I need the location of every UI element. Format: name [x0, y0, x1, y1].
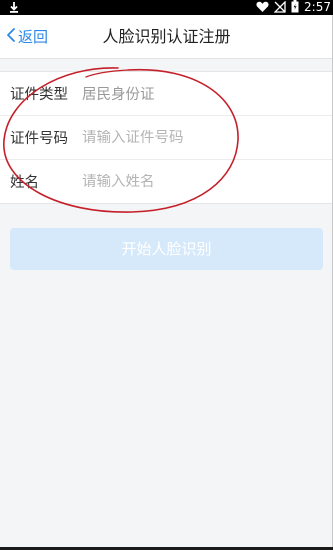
status-icons: 2:57 — [256, 0, 331, 15]
id-type-row[interactable]: 证件类型 居民身份证 — [0, 72, 333, 116]
id-number-row: 证件号码 — [0, 116, 333, 160]
nav-bar: 返回 人脸识别认证注册 — [0, 15, 333, 59]
name-row: 姓名 — [0, 160, 333, 203]
page-title: 人脸识别认证注册 — [102, 27, 231, 46]
id-type-select[interactable]: 居民身份证 — [80, 83, 155, 104]
id-number-label: 证件号码 — [10, 131, 68, 147]
status-time: 2:57 — [304, 0, 331, 14]
status-bar: 2:57 — [0, 0, 333, 15]
screen: 2:57 返回 人脸识别认证注册 证件类型 居民身份证 证件号码 姓名 — [0, 0, 333, 550]
id-number-input[interactable] — [80, 129, 302, 146]
start-face-recognition-button[interactable]: 开始人脸识别 — [10, 228, 323, 270]
registration-form: 证件类型 居民身份证 证件号码 姓名 — [0, 71, 333, 204]
id-type-label: 证件类型 — [10, 87, 68, 103]
download-icon — [8, 0, 20, 15]
name-input[interactable] — [80, 173, 302, 190]
name-label: 姓名 — [10, 175, 39, 191]
